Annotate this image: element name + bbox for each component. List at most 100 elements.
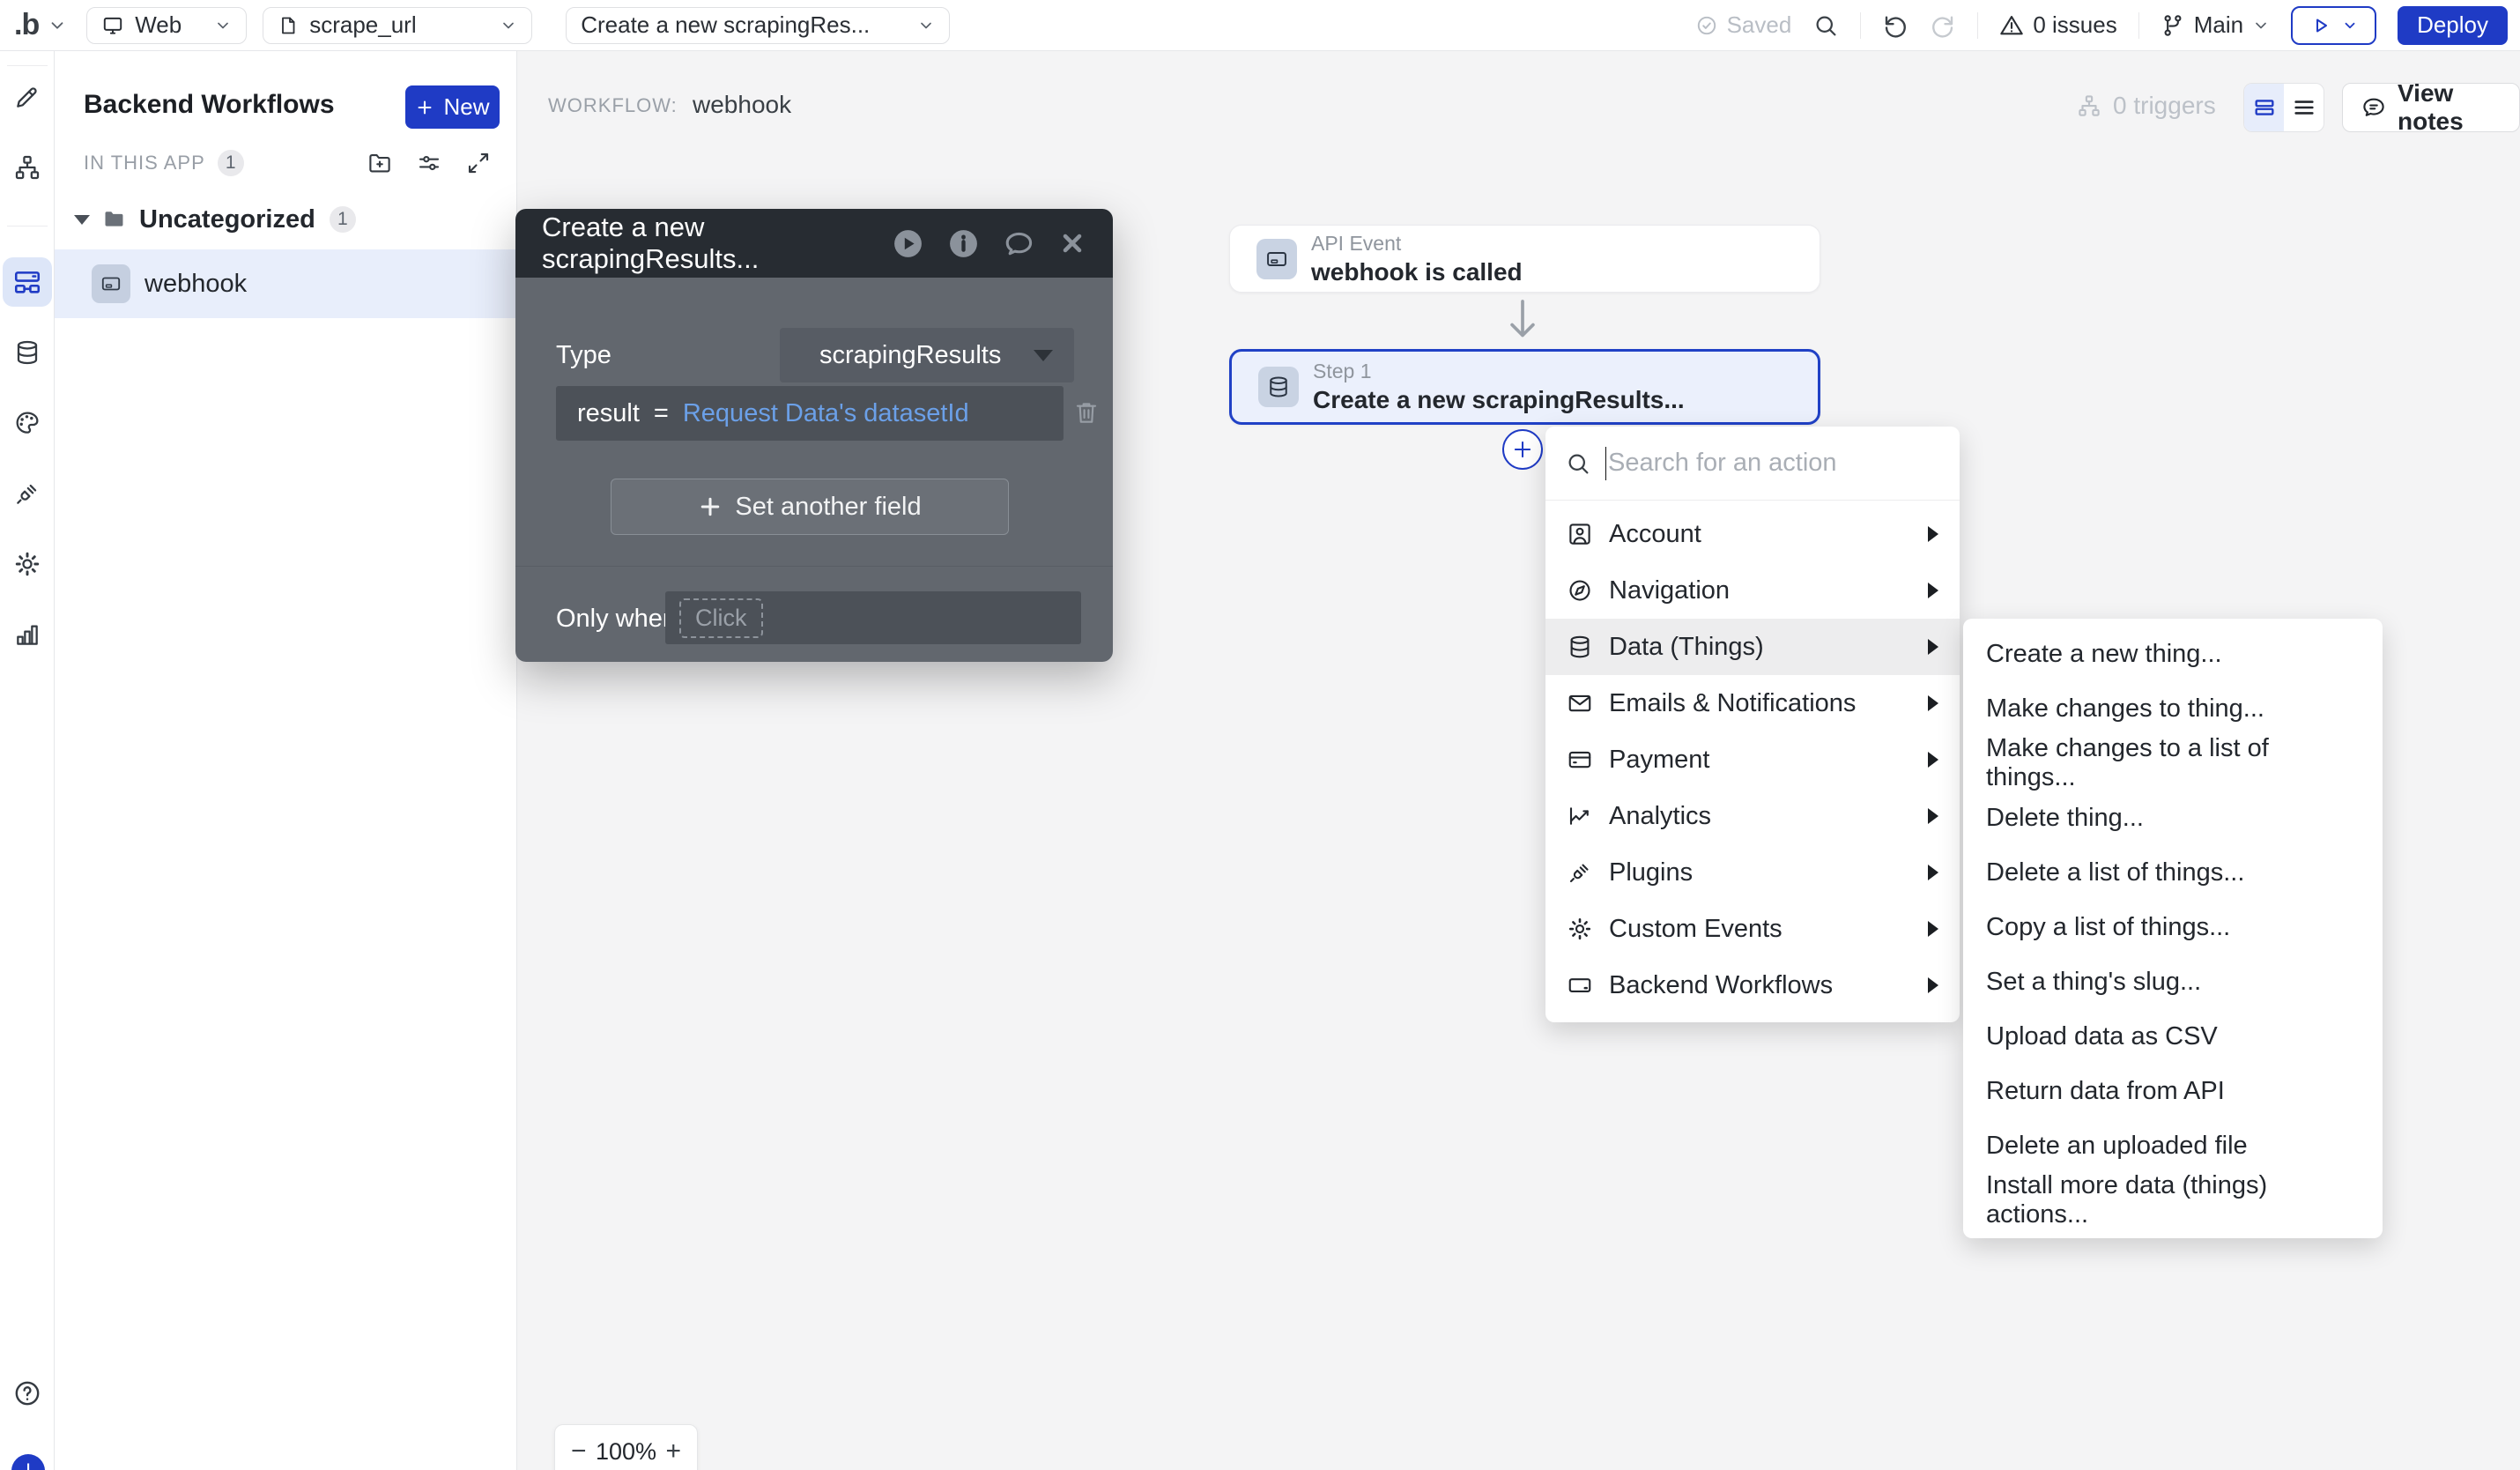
submenu-item-install-more[interactable]: Install more data (things) actions... (1963, 1173, 2383, 1228)
redo-button[interactable] (1930, 12, 1956, 39)
submenu-item-make-changes-list[interactable]: Make changes to a list of things... (1963, 736, 2383, 791)
submenu-item-make-changes-thing[interactable]: Make changes to thing... (1963, 681, 2383, 736)
menu-category-custom-events[interactable]: Custom Events (1545, 901, 1960, 957)
zoom-out-button[interactable]: − (571, 1437, 587, 1466)
caret-down-icon[interactable] (74, 215, 90, 225)
close-icon[interactable] (1058, 229, 1086, 257)
branch-icon (2161, 13, 2185, 38)
submenu-item-create-thing[interactable]: Create a new thing... (1963, 627, 2383, 681)
chevron-down-icon[interactable] (48, 16, 67, 35)
page-icon (278, 14, 299, 37)
workflow-item-label: webhook (145, 270, 247, 299)
submenu-item-upload-csv[interactable]: Upload data as CSV (1963, 1009, 2383, 1064)
toolbar-divider (1977, 12, 1978, 39)
issues-indicator[interactable]: 0 issues (1999, 11, 2116, 39)
plug-icon (1567, 859, 1593, 886)
workflow-header-label: WORKFLOW: (548, 94, 678, 117)
settings-gear-icon[interactable] (13, 550, 41, 578)
search-button[interactable] (1812, 12, 1839, 39)
view-notes-label: View notes (2398, 79, 2501, 136)
add-folder-icon[interactable] (367, 150, 393, 176)
field-value-expression[interactable]: Request Data's datasetId (683, 399, 969, 428)
search-icon (1565, 450, 1591, 477)
envelope-icon (1567, 690, 1593, 716)
account-avatar[interactable]: I (11, 1454, 45, 1470)
sidebar-item-workflows-selected[interactable] (3, 257, 52, 307)
platform-dropdown[interactable]: Web (86, 7, 247, 44)
chevron-right-icon (1928, 865, 1938, 880)
api-event-icon (1256, 239, 1297, 279)
new-workflow-button[interactable]: New (405, 85, 500, 129)
field-name: result (577, 399, 640, 428)
submenu-item-delete-list[interactable]: Delete a list of things... (1963, 845, 2383, 900)
submenu-item-copy-list[interactable]: Copy a list of things... (1963, 900, 2383, 954)
design-pencil-icon[interactable] (13, 83, 41, 111)
folder-row-uncategorized[interactable]: Uncategorized 1 (55, 197, 517, 241)
sitemap-icon[interactable] (13, 153, 41, 182)
add-action-button[interactable] (1502, 429, 1543, 470)
deploy-button[interactable]: Deploy (2398, 6, 2508, 45)
page-dropdown[interactable]: scrape_url (263, 7, 532, 44)
new-button-label: New (443, 93, 489, 121)
menu-category-account[interactable]: Account (1545, 506, 1960, 562)
workflow-card-icon (92, 264, 130, 303)
branch-selector[interactable]: Main (2161, 11, 2270, 39)
menu-category-data-things[interactable]: Data (Things) (1545, 619, 1960, 675)
plugins-plug-icon[interactable] (13, 479, 41, 508)
submenu-item-delete-thing[interactable]: Delete thing... (1963, 791, 2383, 845)
logs-chart-icon[interactable] (13, 620, 41, 649)
chevron-right-icon (1928, 977, 1938, 993)
info-icon[interactable] (947, 227, 980, 260)
toolbar-divider (2138, 12, 2139, 39)
trash-icon[interactable] (1072, 397, 1101, 427)
branch-label: Main (2194, 11, 2243, 39)
submenu-item-return-data-api[interactable]: Return data from API (1963, 1064, 2383, 1118)
chevron-down-icon (214, 17, 232, 34)
issues-label: 0 issues (2033, 11, 2116, 39)
card-view-button[interactable] (2244, 84, 2284, 131)
menu-category-navigation[interactable]: Navigation (1545, 562, 1960, 619)
only-when-input[interactable]: Click (665, 591, 1081, 644)
preview-button[interactable] (2291, 6, 2376, 45)
text-cursor (1605, 447, 1606, 480)
view-notes-button[interactable]: View notes (2342, 83, 2520, 132)
step-card-selected[interactable]: Step 1 Create a new scrapingResults... (1229, 349, 1820, 425)
zoom-in-button[interactable]: + (665, 1437, 681, 1466)
workflow-list-item-webhook[interactable]: webhook (55, 249, 517, 318)
menu-category-emails[interactable]: Emails & Notifications (1545, 675, 1960, 731)
menu-category-payment[interactable]: Payment (1545, 731, 1960, 788)
submenu-item-set-slug[interactable]: Set a thing's slug... (1963, 954, 2383, 1009)
menu-category-label: Analytics (1609, 802, 1711, 831)
menu-category-analytics[interactable]: Analytics (1545, 788, 1960, 844)
bubble-logo[interactable]: .b (14, 8, 39, 42)
expand-icon[interactable] (465, 150, 492, 176)
menu-category-label: Backend Workflows (1609, 971, 1833, 1000)
comment-icon[interactable] (1003, 227, 1035, 260)
triggers-label: 0 triggers (2113, 92, 2216, 120)
submenu-item-delete-uploaded-file[interactable]: Delete an uploaded file (1963, 1118, 2383, 1173)
run-play-icon[interactable] (892, 227, 924, 260)
styles-palette-icon[interactable] (13, 409, 41, 437)
event-card-api[interactable]: API Event webhook is called (1229, 225, 1820, 293)
database-icon[interactable] (13, 338, 41, 367)
type-value: scrapingResults (819, 341, 1001, 370)
menu-category-plugins[interactable]: Plugins (1545, 844, 1960, 901)
element-dropdown[interactable]: Create a new scrapingRes... (566, 7, 950, 44)
warning-triangle-icon (1999, 13, 2024, 38)
list-view-button[interactable] (2284, 84, 2324, 131)
filter-sliders-icon[interactable] (416, 150, 442, 176)
help-icon[interactable] (12, 1378, 42, 1408)
field-assignment-row[interactable]: result = Request Data's datasetId (556, 386, 1064, 441)
modal-header[interactable]: Create a new scrapingResults... (515, 209, 1113, 278)
chevron-down-icon (2342, 18, 2358, 33)
gear-icon (1567, 916, 1593, 942)
menu-category-label: Custom Events (1609, 915, 1783, 944)
chevron-down-icon (2252, 17, 2270, 34)
menu-category-backend-workflows[interactable]: Backend Workflows (1545, 957, 1960, 1013)
type-dropdown[interactable]: scrapingResults (780, 328, 1074, 382)
only-when-label: Only when (556, 605, 677, 634)
action-search-input[interactable] (1608, 449, 1940, 478)
nav-sidebar: I (0, 51, 55, 1470)
undo-button[interactable] (1882, 12, 1909, 39)
set-another-field-button[interactable]: Set another field (611, 479, 1009, 535)
